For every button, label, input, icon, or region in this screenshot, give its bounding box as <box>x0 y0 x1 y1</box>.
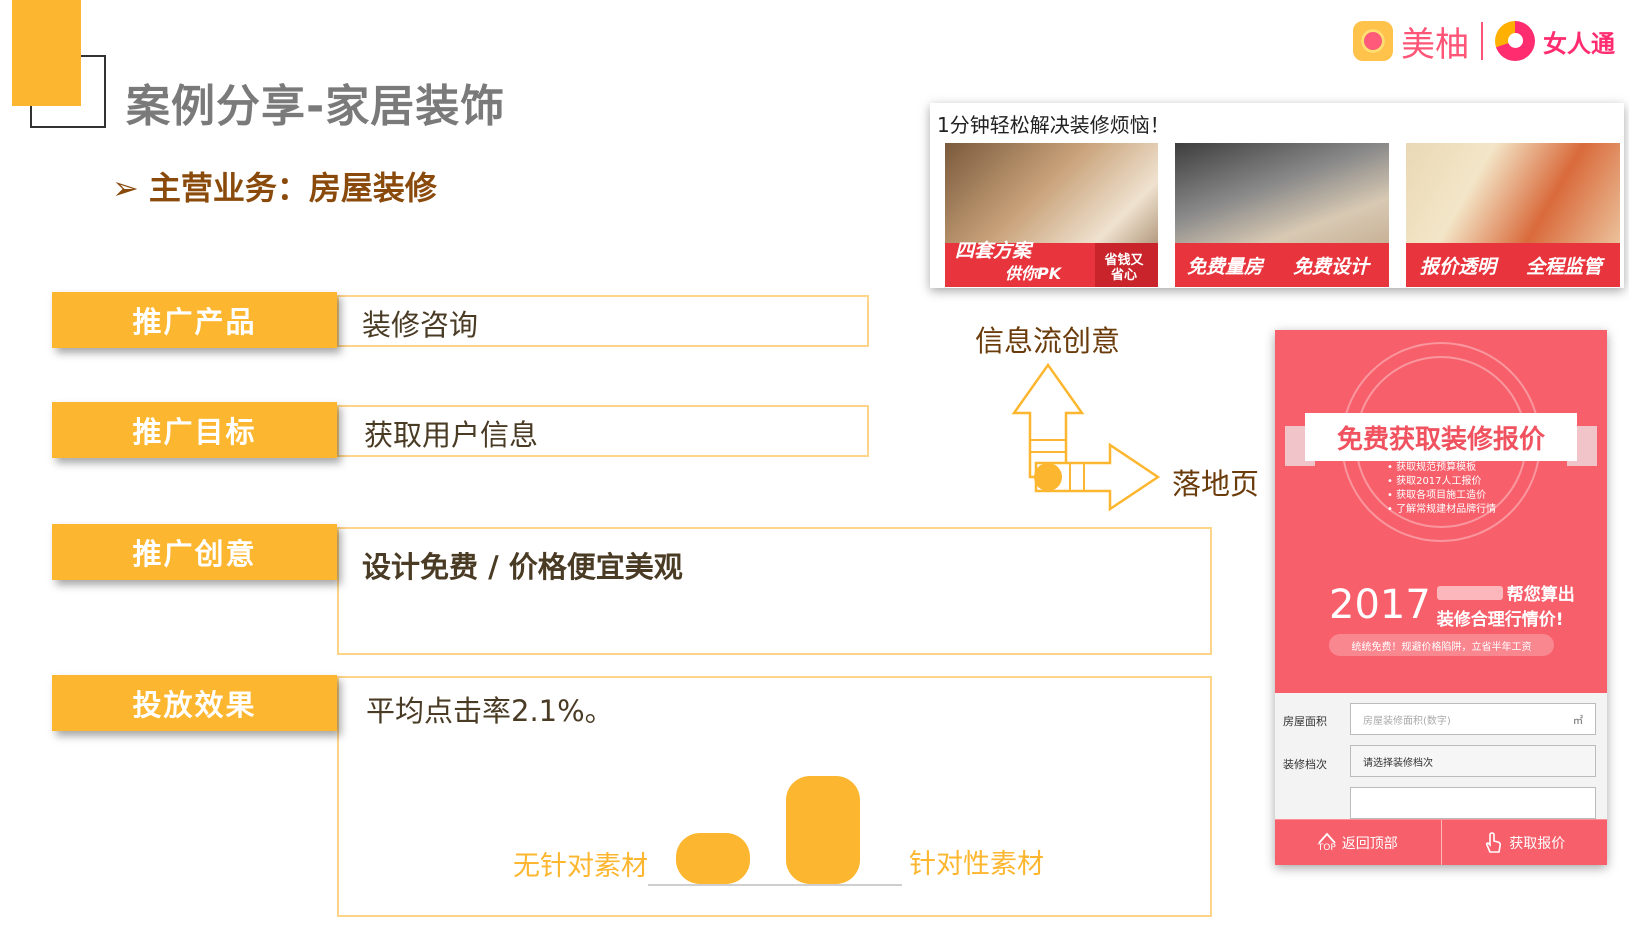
feed-creative-label: 信息流创意 <box>975 324 1121 358</box>
landing-year: 2017 <box>1329 582 1431 628</box>
landing-bullet: • 获取2017人工报价 <box>1387 476 1482 487</box>
top-badge: TOP <box>1317 843 1336 853</box>
landing-bullet: • 了解常规建材品牌行情 <box>1387 504 1497 515</box>
title-corner-accent <box>12 0 81 106</box>
feed-ad-image-2: 免费量房 免费设计 <box>1175 143 1389 287</box>
business-subtitle: ➢ 主营业务：房屋装修 <box>112 163 437 209</box>
feed-ad-image-1-caption: 四套方案 <box>955 240 1032 262</box>
chart-category-label-targeted: 针对性素材 <box>909 849 1044 880</box>
landing-headline: 免费获取装修报价 <box>1305 413 1577 461</box>
landing-bullet: • 获取规范预算模板 <box>1387 462 1477 473</box>
third-input-partial[interactable] <box>1350 787 1596 819</box>
row-goal-label: 推广目标 <box>52 402 337 458</box>
landing-page-label: 落地页 <box>1172 467 1260 501</box>
blurred-brand-name <box>1436 585 1503 600</box>
landing-bullet: • 获取各项目施工造价 <box>1387 490 1487 501</box>
up-arrow-icon <box>1011 362 1085 479</box>
area-label: 房屋面积 <box>1283 715 1327 728</box>
meiyou-logo-icon <box>1353 21 1393 61</box>
level-label: 装修档次 <box>1283 758 1327 771</box>
page-title: 案例分享-家居装饰 <box>126 81 506 132</box>
home-top-icon: TOP <box>1318 832 1336 853</box>
area-unit: ㎡ <box>1573 715 1583 727</box>
nvrentong-logo-text: 女人通 <box>1543 29 1615 58</box>
hand-pointer-icon <box>1486 831 1502 853</box>
landing-slogan: 2017 帮您算出 装修合理行情价! <box>1329 580 1575 630</box>
feed-ad-image-1-side: 省钱又省心 <box>1104 253 1144 283</box>
feed-ad-creative: 1分钟轻松解决装修烦恼！ 四套方案 供你PK 省钱又省心 免费量房 免费设计 报… <box>930 103 1624 288</box>
back-to-top-button[interactable]: TOP 返回顶部 <box>1275 820 1441 865</box>
bullet-arrow-icon: ➢ <box>112 169 139 207</box>
row-product-label: 推广产品 <box>52 292 337 348</box>
feed-ad-image-2-caption1: 免费量房 <box>1187 256 1264 278</box>
nvrentong-logo-icon <box>1495 21 1535 61</box>
meiyou-logo-text: 美柚 <box>1401 24 1469 65</box>
level-select-value: 请选择装修档次 <box>1363 757 1433 769</box>
landing-bottom-bar: TOP 返回顶部 获取报价 <box>1275 819 1607 865</box>
row-goal-value: 获取用户信息 <box>364 418 539 452</box>
feed-ad-image-3-caption1: 报价透明 <box>1420 256 1497 278</box>
landing-free-pill: 统统免费！规避价格陷阱，立省半年工资 <box>1329 634 1554 656</box>
row-creative-label: 推广创意 <box>52 524 337 580</box>
feed-ad-image-2-caption2: 免费设计 <box>1293 256 1370 278</box>
row-product-value: 装修咨询 <box>362 308 479 342</box>
landing-slogan-line2: 装修合理行情价! <box>1436 610 1564 630</box>
chart-bar-targeted <box>786 776 860 884</box>
chart-category-label-no-targeted: 无针对素材 <box>513 851 648 882</box>
flow-arrows <box>1011 362 1160 512</box>
chart-bar-no-targeted <box>676 833 750 884</box>
landing-slogan-line1: 帮您算出 <box>1506 585 1575 605</box>
row-result-label: 投放效果 <box>52 675 337 731</box>
area-input[interactable]: 房屋装修面积(数字) ㎡ <box>1350 703 1596 735</box>
feed-ad-image-3-caption2: 全程监管 <box>1526 256 1603 278</box>
feed-ad-image-1-caption2: 供你PK <box>1005 264 1062 283</box>
feed-ad-title: 1分钟轻松解决装修烦恼！ <box>937 113 1170 137</box>
landing-bullets: • 获取规范预算模板 • 获取2017人工报价 • 获取各项目施工造价 • 了解… <box>1387 461 1496 517</box>
row-result-value: 平均点击率2.1%。 <box>366 694 614 728</box>
feed-ad-image-3: 报价透明 全程监管 <box>1406 143 1620 287</box>
flow-origin-dot <box>1034 463 1062 491</box>
logo-divider <box>1481 22 1483 60</box>
row-creative-value: 设计免费 / 价格便宜美观 <box>362 550 683 584</box>
brand-logos: 美柚 女人通 <box>1353 18 1615 65</box>
area-input-placeholder: 房屋装修面积(数字) <box>1363 715 1451 727</box>
business-subtitle-text: 主营业务：房屋装修 <box>148 169 437 207</box>
feed-ad-image-1: 四套方案 供你PK 省钱又省心 <box>945 143 1158 287</box>
landing-page-mockup: 免费获取装修报价 • 获取规范预算模板 • 获取2017人工报价 • 获取各项目… <box>1275 330 1607 865</box>
get-quote-label: 获取报价 <box>1509 835 1566 852</box>
get-quote-button[interactable]: 获取报价 <box>1440 820 1608 865</box>
back-to-top-label: 返回顶部 <box>1341 835 1398 852</box>
level-select[interactable]: 请选择装修档次 <box>1350 745 1596 777</box>
chart-baseline <box>648 884 902 886</box>
